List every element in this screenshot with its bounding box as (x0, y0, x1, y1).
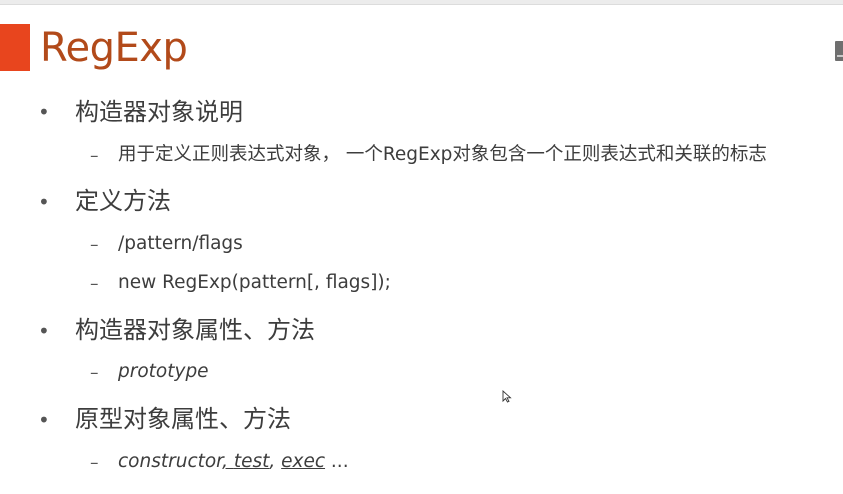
dash-icon: – (90, 363, 99, 383)
item-definition-methods: 定义方法 (75, 187, 171, 215)
member-exec: exec (281, 451, 326, 472)
sub-item-description: 用于定义正则表达式对象， 一个RegExp对象包含一个正则表达式和关联的标志 (118, 144, 767, 165)
member-separator: , (222, 451, 234, 472)
member-test: test (233, 451, 270, 472)
dash-icon: – (90, 146, 99, 166)
item-constructor-properties: 构造器对象属性、方法 (75, 316, 315, 344)
sub-item-prototype: prototype (118, 361, 209, 382)
title-accent-bar (0, 24, 30, 71)
member-ellipsis: ... (325, 451, 349, 472)
slide: RegExp • 构造器对象说明 – 用于定义正则表达式对象， 一个RegExp… (0, 0, 843, 494)
mouse-pointer-icon (502, 390, 512, 403)
bullet-dot-icon: • (38, 408, 50, 432)
scroll-marker-icon[interactable] (835, 41, 843, 61)
item-constructor-description: 构造器对象说明 (75, 98, 243, 126)
sub-item-literal-syntax: /pattern/flags (118, 233, 243, 254)
bullet-dot-icon: • (38, 319, 50, 343)
dash-icon: – (90, 453, 99, 473)
member-constructor: constructor (118, 451, 223, 472)
sub-item-prototype-members: constructor, test, exec ... (118, 450, 349, 474)
top-border (0, 0, 843, 5)
slide-title: RegExp (40, 25, 188, 71)
item-prototype-properties: 原型对象属性、方法 (75, 405, 291, 433)
sub-item-constructor-syntax: new RegExp(pattern[, flags]); (118, 272, 391, 293)
member-separator: , (269, 451, 282, 472)
dash-icon: – (90, 235, 99, 255)
bullet-dot-icon: • (38, 100, 50, 124)
dash-icon: – (90, 274, 99, 294)
bullet-dot-icon: • (38, 190, 50, 214)
